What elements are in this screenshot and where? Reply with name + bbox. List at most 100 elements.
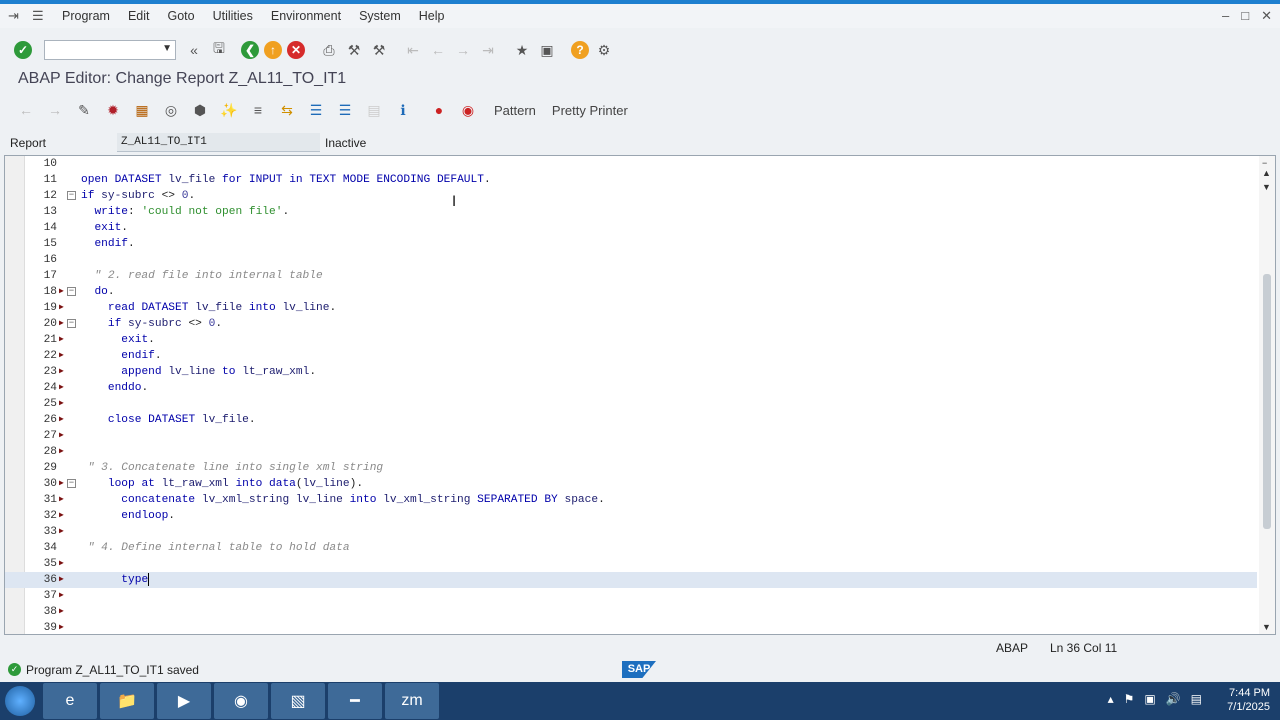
collapse-icon[interactable]: « [184,40,204,60]
next-page-icon[interactable]: → [453,40,473,60]
device-icon[interactable]: ▣ [1144,692,1155,706]
menu-edit[interactable]: Edit [128,9,150,23]
code-line[interactable]: 12 − if sy-subrc <> 0. [5,188,1257,204]
code-line[interactable]: 32 ▶ endloop. [5,508,1257,524]
pattern-button[interactable]: Pattern [494,103,536,118]
chevron-down-icon[interactable]: ▼ [162,43,172,54]
code-line[interactable]: 10 [5,156,1257,172]
scroll-down-arrow-small-icon[interactable]: ▼ [1262,182,1271,192]
back-icon[interactable]: ❮ [241,41,259,59]
flag-icon[interactable]: ⚑ [1124,692,1135,706]
forward-arrow-icon[interactable]: → [45,100,65,120]
taskbar-ie-icon[interactable]: e [43,683,97,719]
code-line[interactable]: 25 ▶ [5,396,1257,412]
volume-icon[interactable]: 🔊 [1166,692,1181,706]
menu-environment[interactable]: Environment [271,9,341,23]
code-line[interactable]: 11 open DATASET lv_file for INPUT in TEXT… [5,172,1257,188]
session-breakpoint-icon[interactable]: ● [429,100,449,120]
taskbar-zoom-icon[interactable]: zm [385,683,439,719]
code-line[interactable]: 17 " 2. read file into internal table [5,268,1257,284]
menu-program[interactable]: Program [62,9,110,23]
code-line[interactable]: 18 ▶ − do. [5,284,1257,300]
code-line[interactable]: 26 ▶ close DATASET lv_file. [5,412,1257,428]
code-line[interactable]: 19 ▶ read DATASET lv_file into lv_line. [5,300,1257,316]
command-field[interactable]: ▼ [44,40,176,60]
breakpoint-icon[interactable]: ▤ [364,100,384,120]
object-list-icon[interactable]: ⇆ [277,100,297,120]
first-page-icon[interactable]: ⇤ [403,40,423,60]
activate-icon[interactable]: ⬢ [190,100,210,120]
code-line[interactable]: 16 [5,252,1257,268]
fold-toggle-icon[interactable]: − [67,319,76,328]
code-line[interactable]: 23 ▶ append lv_line to lt_raw_xml. [5,364,1257,380]
taskbar-explorer-icon[interactable]: 📁 [100,683,154,719]
code-line[interactable]: 30 ▶ − loop at lt_raw_xml into data(lv_lin… [5,476,1257,492]
customize-icon[interactable]: ☰ [32,9,48,23]
cancel-icon[interactable]: ✕ [287,41,305,59]
check-icon[interactable]: ◎ [161,100,181,120]
other-object-icon[interactable]: ▦ [132,100,152,120]
pretty-printer-button[interactable]: Pretty Printer [552,103,628,118]
menu-utilities[interactable]: Utilities [213,9,253,23]
fold-toggle-icon[interactable]: − [67,287,76,296]
active-inactive-icon[interactable]: ✹ [103,100,123,120]
save-icon[interactable]: 🖫 [209,40,229,60]
taskbar-chrome-icon[interactable]: ◉ [214,683,268,719]
taskbar-sap-icon[interactable]: ━ [328,683,382,719]
fold-toggle-icon[interactable]: − [67,479,76,488]
menu-exit-icon[interactable]: ⇥ [8,9,24,23]
code-line[interactable]: 22 ▶ endif. [5,348,1257,364]
code-line[interactable]: 28 ▶ [5,444,1257,460]
code-editor[interactable]: − ▲ ▼ ▼ 10 11 open DATASET lv_file for INP… [4,155,1276,635]
test-icon[interactable]: ✨ [219,100,239,120]
code-line[interactable]: 37 ▶ [5,588,1257,604]
code-line[interactable]: 34 " 4. Define internal table to hold da… [5,540,1257,556]
code-line[interactable]: 29 " 3. Concatenate line into single xml… [5,460,1257,476]
scroll-down-arrow-icon[interactable]: ▼ [1262,622,1271,632]
taskbar-media-icon[interactable]: ▶ [157,683,211,719]
clock[interactable]: 7:44 PM 7/1/2025 [1227,686,1270,714]
print-icon[interactable]: ⎙ [319,40,339,60]
code-line[interactable]: 39 ▶ [5,620,1257,634]
display-change-icon[interactable]: ✎ [74,100,94,120]
minimize-icon[interactable]: – [1222,8,1229,24]
code-line[interactable]: 36 ▶ type [5,572,1257,588]
code-line[interactable]: 24 ▶ enddo. [5,380,1257,396]
code-line[interactable]: 13 write: 'could not open file'. [5,204,1257,220]
fold-toggle-icon[interactable]: − [67,191,76,200]
taskbar-app-icon[interactable]: ▧ [271,683,325,719]
back-arrow-icon[interactable]: ← [16,100,36,120]
settings-gear-icon[interactable]: ⚙ [594,40,614,60]
code-line[interactable]: 31 ▶ concatenate lv_xml_string lv_line in… [5,492,1257,508]
scroll-up-icon[interactable]: − [1262,158,1267,168]
code-line[interactable]: 21 ▶ exit. [5,332,1257,348]
code-line[interactable]: 14 exit. [5,220,1257,236]
code-line[interactable]: 35 ▶ [5,556,1257,572]
where-used-icon[interactable]: ≡ [248,100,268,120]
shortcut-icon[interactable]: ▣ [537,40,557,60]
code-line[interactable]: 15 endif. [5,236,1257,252]
scroll-up-arrow-icon[interactable]: ▲ [1262,168,1271,178]
navigation-window-icon[interactable]: ☰ [306,100,326,120]
previous-page-icon[interactable]: ← [428,40,448,60]
code-line[interactable]: 38 ▶ [5,604,1257,620]
scrollbar-thumb[interactable] [1263,274,1271,529]
display-object-list-icon[interactable]: ☰ [335,100,355,120]
show-hidden-icon[interactable]: ▴ [1108,692,1114,706]
find-icon[interactable]: ⚒ [344,40,364,60]
close-icon[interactable]: ✕ [1261,8,1272,24]
start-button[interactable] [0,683,40,719]
maximize-icon[interactable]: □ [1241,8,1249,24]
menu-system[interactable]: System [359,9,401,23]
enter-check-icon[interactable]: ✓ [14,41,32,59]
code-line[interactable]: 20 ▶ − if sy-subrc <> 0. [5,316,1257,332]
code-line[interactable]: 33 ▶ [5,524,1257,540]
menu-help[interactable]: Help [419,9,445,23]
network-icon[interactable]: ▤ [1191,692,1202,706]
new-session-icon[interactable]: ★ [512,40,532,60]
last-page-icon[interactable]: ⇥ [478,40,498,60]
code-line[interactable]: 27 ▶ [5,428,1257,444]
menu-goto[interactable]: Goto [167,9,194,23]
info-icon[interactable]: ℹ [393,100,413,120]
exit-icon[interactable]: ↑ [264,41,282,59]
